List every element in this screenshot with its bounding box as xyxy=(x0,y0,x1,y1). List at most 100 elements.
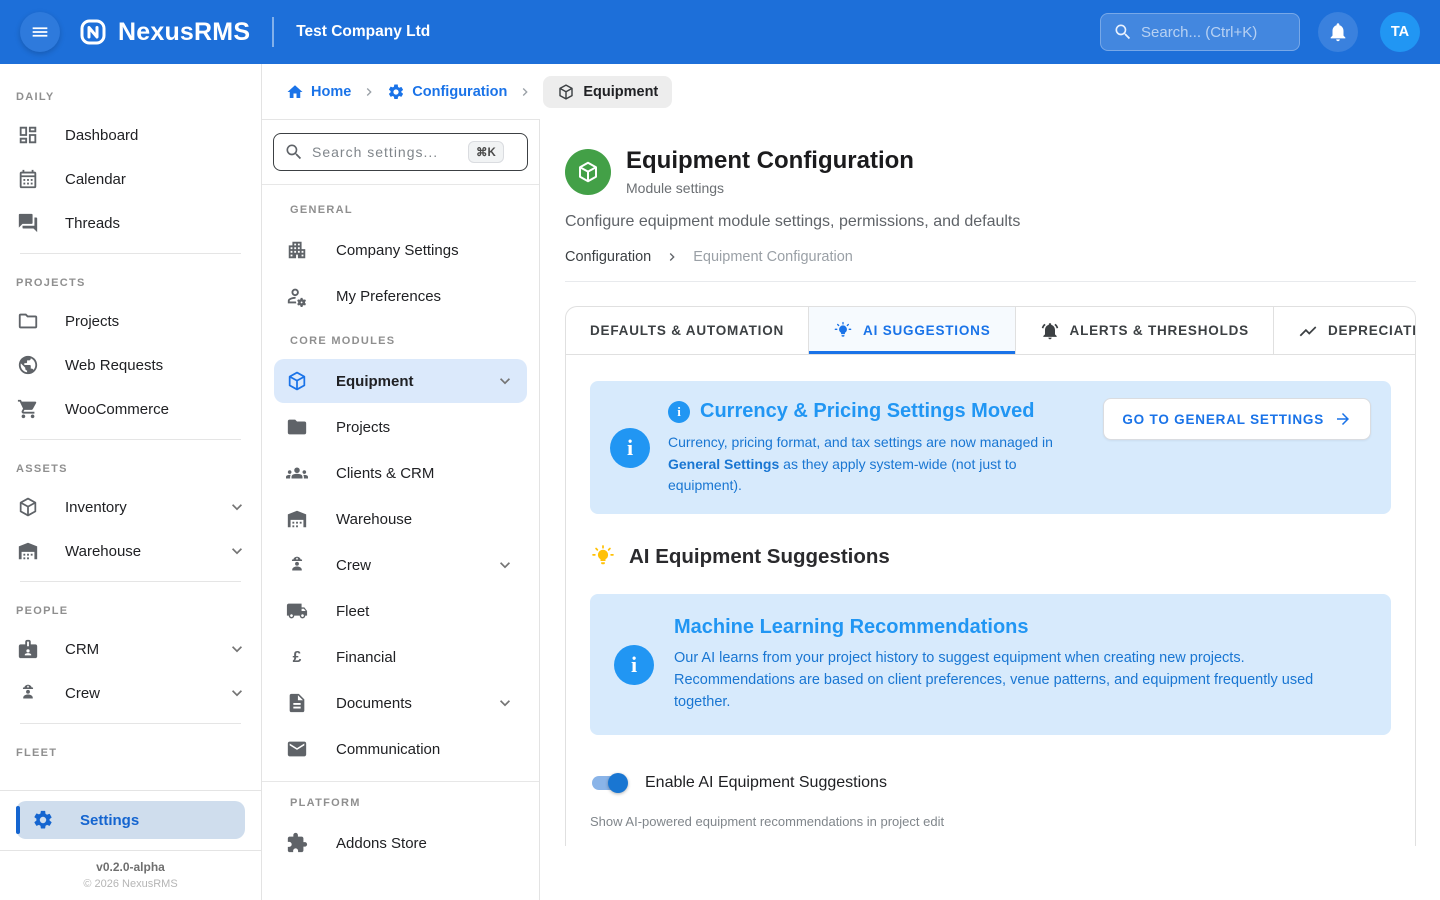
settings-nav-label: Warehouse xyxy=(336,511,515,528)
app-version: v0.2.0-alpha xyxy=(16,860,245,874)
settings-nav-label: Documents xyxy=(336,695,467,712)
sidebar-item-threads[interactable]: Threads xyxy=(0,201,261,245)
lightbulb-icon xyxy=(590,544,616,570)
notifications-button[interactable] xyxy=(1318,12,1358,52)
nav-section-label: FLEET xyxy=(0,732,261,769)
tab-alerts-thresholds[interactable]: ALERTS & THRESHOLDS xyxy=(1016,307,1274,354)
nav-section-label: PEOPLE xyxy=(0,590,261,627)
go-to-general-settings-button[interactable]: GO TO GENERAL SETTINGS xyxy=(1103,398,1371,440)
tab-label: DEPRECIATION xyxy=(1328,323,1416,338)
settings-nav-label: Projects xyxy=(336,419,515,436)
page-description: Configure equipment module settings, per… xyxy=(565,213,1416,231)
settings-search[interactable]: ⌘K xyxy=(273,133,528,171)
version-block: v0.2.0-alpha © 2026 NexusRMS xyxy=(16,851,245,900)
tab-bar: DEFAULTS & AUTOMATION AI SUGGESTIONS ALERT… xyxy=(566,307,1415,355)
settings-nav-item-my-preferences[interactable]: My Preferences xyxy=(274,274,527,318)
trending-icon xyxy=(1298,321,1318,341)
truck-icon xyxy=(286,600,308,622)
puzzle-icon xyxy=(286,832,308,854)
sidebar-footer: Settings v0.2.0-alpha © 2026 NexusRMS xyxy=(0,790,261,900)
settings-nav-label: Crew xyxy=(336,557,467,574)
tab-ai-suggestions[interactable]: AI SUGGESTIONS xyxy=(809,307,1015,354)
settings-section-label: CORE MODULES xyxy=(274,320,527,357)
pound-icon: £ xyxy=(286,646,308,668)
settings-nav-item-crew[interactable]: Crew xyxy=(274,543,527,587)
left-sidebar: DAILYDashboardCalendarThreadsPROJECTSPro… xyxy=(0,64,262,900)
tab-defaults-automation[interactable]: DEFAULTS & AUTOMATION xyxy=(566,307,809,354)
enable-ai-suggestions-toggle[interactable] xyxy=(590,773,628,793)
global-search[interactable] xyxy=(1100,13,1300,51)
sub-breadcrumb-parent[interactable]: Configuration xyxy=(565,249,651,265)
dashboard-icon xyxy=(17,124,39,146)
breadcrumb-current: Equipment xyxy=(543,76,672,108)
cube-icon xyxy=(557,83,575,101)
settings-nav-item-warehouse[interactable]: Warehouse xyxy=(274,497,527,541)
topbar-divider xyxy=(272,17,274,47)
tab-label: AI SUGGESTIONS xyxy=(863,323,990,338)
sub-breadcrumb-current: Equipment Configuration xyxy=(693,249,853,265)
sidebar-item-warehouse[interactable]: Warehouse xyxy=(0,529,261,573)
sidebar-item-crm[interactable]: CRM xyxy=(0,627,261,671)
settings-nav-item-communication[interactable]: Communication xyxy=(274,727,527,771)
sidebar-item-inventory[interactable]: Inventory xyxy=(0,485,261,529)
banner-body: Currency, pricing format, and tax settin… xyxy=(668,432,1085,497)
ml-card-body: Our AI learns from your project history … xyxy=(674,648,1367,713)
tab-depreciation[interactable]: DEPRECIATION xyxy=(1274,307,1416,354)
banner-title: Currency & Pricing Settings Moved xyxy=(700,400,1035,423)
sidebar-item-label: Projects xyxy=(65,313,247,330)
main-nav: DAILYDashboardCalendarThreadsPROJECTSPro… xyxy=(0,64,261,790)
envelope-icon xyxy=(286,738,308,760)
settings-search-input[interactable] xyxy=(312,144,460,160)
breadcrumb-link-configuration[interactable]: Configuration xyxy=(387,83,507,101)
page-subtitle: Module settings xyxy=(626,180,914,196)
settings-nav-item-equipment[interactable]: Equipment xyxy=(274,359,527,403)
settings-nav-item-addons-store[interactable]: Addons Store xyxy=(274,821,527,865)
chevron-down-icon xyxy=(495,555,515,575)
settings-nav-item-clients-crm[interactable]: Clients & CRM xyxy=(274,451,527,495)
top-bar: NexusRMS Test Company Ltd TA xyxy=(0,0,1440,64)
settings-label: Settings xyxy=(80,812,139,829)
sidebar-item-dashboard[interactable]: Dashboard xyxy=(0,113,261,157)
breadcrumb-label: Equipment xyxy=(583,84,658,100)
sidebar-item-woocommerce[interactable]: WooCommerce xyxy=(0,387,261,431)
sidebar-item-label: WooCommerce xyxy=(65,401,247,418)
sidebar-item-projects[interactable]: Projects xyxy=(0,299,261,343)
sidebar-item-calendar[interactable]: Calendar xyxy=(0,157,261,201)
toggle-caption: Show AI-powered equipment recommendation… xyxy=(590,814,1391,829)
settings-nav-item-projects[interactable]: Projects xyxy=(274,405,527,449)
chevron-down-icon xyxy=(227,639,247,659)
settings-card: DEFAULTS & AUTOMATION AI SUGGESTIONS ALERT… xyxy=(565,306,1416,846)
company-name: Test Company Ltd xyxy=(296,23,430,41)
nav-section-label: ASSETS xyxy=(0,448,261,485)
copyright: © 2026 NexusRMS xyxy=(16,878,245,890)
user-avatar[interactable]: TA xyxy=(1380,12,1420,52)
menu-icon xyxy=(29,21,51,43)
sidebar-item-settings[interactable]: Settings xyxy=(16,801,245,839)
settings-nav-item-fleet[interactable]: Fleet xyxy=(274,589,527,633)
contact-card-icon xyxy=(17,638,39,660)
search-icon xyxy=(284,142,304,162)
breadcrumb-link-home[interactable]: Home xyxy=(286,83,351,101)
gear-icon xyxy=(387,83,405,101)
divider xyxy=(565,281,1416,282)
brand: NexusRMS xyxy=(78,17,250,47)
home-icon xyxy=(286,83,304,101)
tab-label: DEFAULTS & AUTOMATION xyxy=(590,323,784,338)
settings-nav-label: My Preferences xyxy=(336,288,515,305)
settings-nav-label: Communication xyxy=(336,741,515,758)
sidebar-item-label: Crew xyxy=(65,685,201,702)
sidebar-item-label: CRM xyxy=(65,641,201,658)
breadcrumb-label: Configuration xyxy=(412,84,507,100)
settings-nav-item-company-settings[interactable]: Company Settings xyxy=(274,228,527,272)
folder-icon xyxy=(17,310,39,332)
global-search-input[interactable] xyxy=(1141,24,1287,41)
people-icon xyxy=(286,462,308,484)
breadcrumb: Home Configuration Equipment xyxy=(262,64,1440,119)
sidebar-item-crew[interactable]: Crew xyxy=(0,671,261,715)
menu-button[interactable] xyxy=(20,12,60,52)
settings-nav-item-documents[interactable]: Documents xyxy=(274,681,527,725)
sidebar-item-web-requests[interactable]: Web Requests xyxy=(0,343,261,387)
settings-nav-item-financial[interactable]: £Financial xyxy=(274,635,527,679)
page-title: Equipment Configuration xyxy=(626,147,914,175)
nav-section-label: DAILY xyxy=(0,76,261,113)
